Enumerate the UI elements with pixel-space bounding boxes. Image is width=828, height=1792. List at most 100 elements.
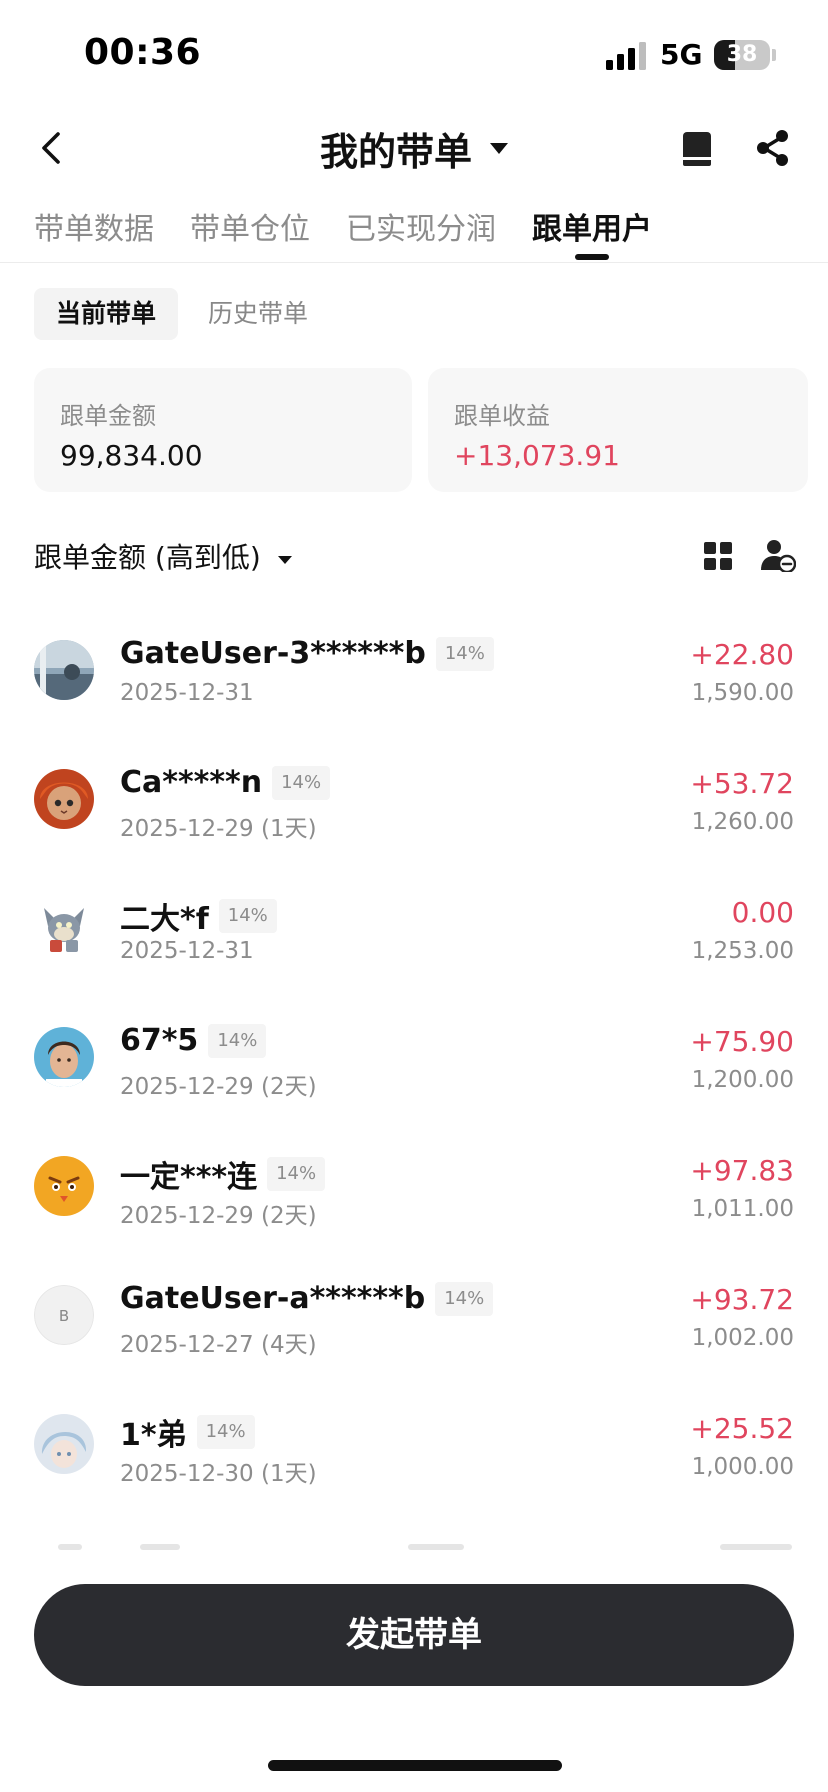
user-name: 一定***连 — [120, 1160, 258, 1195]
home-indicator — [268, 1760, 562, 1771]
partial-name — [140, 1544, 180, 1550]
photo-avatar — [34, 640, 94, 700]
ratio-badge: 14% — [267, 1157, 326, 1191]
follow-profit-label: 跟单收益 — [454, 402, 550, 430]
user-name: 1*弟 — [120, 1418, 187, 1453]
follower-profit: +75.90 — [690, 1025, 794, 1058]
partial-profit — [720, 1544, 792, 1550]
sort-dropdown[interactable]: 跟单金额 (高到低) — [34, 536, 261, 576]
battery-cap — [772, 49, 776, 61]
follower-amount: 1,000.00 — [691, 1454, 794, 1480]
status-time: 00:36 — [84, 32, 202, 73]
ratio-badge: 14% — [218, 899, 277, 933]
user-name: GateUser-3******b — [120, 636, 426, 671]
ratio-badge: 14% — [208, 1023, 267, 1058]
tab-followers-label: 跟单用户 — [532, 212, 652, 247]
follower-amount: 1,200.00 — [691, 1067, 794, 1093]
tab-bar: 带单数据 带单仓位 已实现分润 跟单用户 — [34, 204, 688, 260]
follow-profit-value: +13,073.91 — [454, 439, 620, 472]
list-item[interactable]: 一定***连 14% 2025-12-29 (2天) +97.83 1,011.… — [0, 1120, 828, 1249]
follower-profit: 0.00 — [731, 896, 794, 929]
follower-amount: 1,002.00 — [691, 1325, 794, 1351]
tab-copy-positions[interactable]: 带单仓位 — [190, 204, 310, 260]
bottom-bar: 发起带单 — [0, 1552, 828, 1792]
ratio-badge: 14% — [272, 765, 331, 800]
caret-down-icon — [490, 142, 508, 154]
follower-amount: 1,590.00 — [691, 680, 794, 706]
anime-avatar — [34, 1414, 94, 1474]
follow-date: 2025-12-31 — [120, 938, 254, 964]
remove-user-icon[interactable] — [760, 538, 796, 572]
page-title: 我的带单 — [319, 129, 472, 174]
follow-amount-label: 跟单金额 — [60, 402, 156, 430]
active-tab-indicator — [575, 254, 609, 260]
man-avatar — [34, 1027, 94, 1087]
caret-down-icon[interactable] — [278, 556, 292, 564]
tab-realized-profit-share[interactable]: 已实现分润 — [346, 204, 496, 260]
divider — [0, 262, 828, 263]
ratio-badge: 14% — [196, 1415, 255, 1449]
network-type: 5G — [660, 38, 703, 71]
list-item[interactable]: 1*弟 14% 2025-12-30 (1天) +25.52 1,000.00 — [0, 1378, 828, 1507]
name-line: GateUser-3******b 14% — [120, 636, 494, 671]
name-line: GateUser-a******b 14% — [120, 1281, 494, 1316]
partial-avatar — [58, 1544, 82, 1550]
user-name: 二大*f — [120, 902, 209, 937]
battery-icon: 38 — [714, 40, 770, 70]
user-name: Ca*****n — [120, 765, 263, 800]
tab-copy-data[interactable]: 带单数据 — [34, 204, 154, 260]
follow-date: 2025-12-29 (2天) — [120, 1074, 317, 1100]
follower-profit: +93.72 — [690, 1283, 794, 1316]
grid-view-icon[interactable] — [704, 542, 732, 570]
letter-avatar: B — [34, 1285, 94, 1345]
emoji-avatar — [34, 1156, 94, 1216]
follower-amount: 1,260.00 — [691, 809, 794, 835]
segment-current[interactable]: 当前带单 — [34, 288, 179, 340]
header: 我的带单 — [0, 112, 828, 184]
sort-row: 跟单金额 (高到低) — [34, 536, 796, 580]
follower-profit: +22.80 — [690, 638, 794, 671]
follower-list: GateUser-3******b 14% 2025-12-31 +22.80 … — [0, 604, 828, 1507]
ratio-badge: 14% — [435, 636, 494, 671]
cartoon-cat-avatar — [34, 898, 94, 958]
avatar-letter: B — [34, 1285, 94, 1345]
ratio-badge: 14% — [435, 1281, 494, 1316]
start-copy-trading-button[interactable]: 发起带单 — [34, 1584, 794, 1686]
name-line: 67*5 14% — [120, 1023, 267, 1058]
list-item[interactable]: B GateUser-a******b 14% 2025-12-27 (4天) … — [0, 1249, 828, 1378]
book-icon[interactable] — [680, 130, 714, 168]
signal-icon — [606, 42, 646, 70]
battery-level: 38 — [726, 42, 758, 67]
follower-amount: 1,253.00 — [691, 938, 794, 964]
partial-badge — [408, 1544, 464, 1550]
name-line: 一定***连 14% — [120, 1152, 326, 1196]
list-item[interactable]: GateUser-3******b 14% 2025-12-31 +22.80 … — [0, 604, 828, 733]
list-item[interactable]: 二大*f 14% 2025-12-31 0.00 1,253.00 — [0, 862, 828, 991]
name-line: 二大*f 14% — [120, 894, 277, 938]
follow-date: 2025-12-30 (1天) — [120, 1461, 317, 1487]
follow-amount-card: 跟单金额 99,834.00 — [34, 368, 412, 492]
follow-profit-card: 跟单收益 +13,073.91 — [428, 368, 808, 492]
user-name: GateUser-a******b — [120, 1281, 426, 1316]
follower-profit: +97.83 — [690, 1154, 794, 1187]
status-bar: 00:36 5G 38 — [0, 0, 828, 110]
follow-date: 2025-12-29 (2天) — [120, 1203, 317, 1229]
cat-avatar — [34, 769, 94, 829]
follow-amount-value: 99,834.00 — [60, 439, 203, 472]
follow-date: 2025-12-29 (1天) — [120, 816, 317, 842]
name-line: 1*弟 14% — [120, 1410, 255, 1454]
list-item[interactable]: 67*5 14% 2025-12-29 (2天) +75.90 1,200.00 — [0, 991, 828, 1120]
page: 00:36 5G 38 我的带单 带单数据 带单仓位 已实现分润 跟单用户 当前… — [0, 0, 828, 1792]
follow-date: 2025-12-27 (4天) — [120, 1332, 317, 1358]
user-name: 67*5 — [120, 1023, 199, 1058]
tab-followers[interactable]: 跟单用户 — [532, 204, 652, 260]
follow-date: 2025-12-31 — [120, 680, 254, 706]
follower-profit: +25.52 — [690, 1412, 794, 1445]
list-item[interactable]: Ca*****n 14% 2025-12-29 (1天) +53.72 1,26… — [0, 733, 828, 862]
partial-list-item — [0, 1542, 828, 1550]
segment-history[interactable]: 历史带单 — [186, 288, 330, 340]
share-icon[interactable] — [754, 128, 792, 168]
follower-profit: +53.72 — [690, 767, 794, 800]
back-icon[interactable] — [36, 128, 68, 168]
name-line: Ca*****n 14% — [120, 765, 331, 800]
